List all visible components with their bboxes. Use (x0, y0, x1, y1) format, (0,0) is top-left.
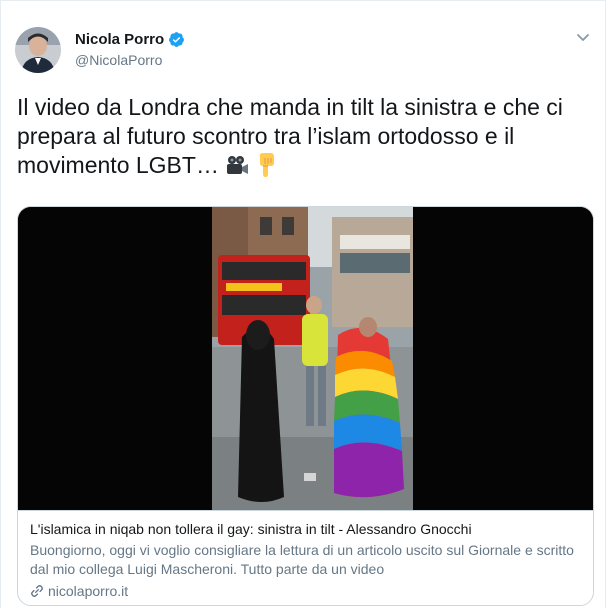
author-handle[interactable]: @NicolaPorro (75, 52, 185, 68)
card-domain-row[interactable]: nicolaporro.it (30, 583, 581, 599)
card-domain[interactable]: nicolaporro.it (48, 583, 128, 599)
author-name-row: Nicola Porro (75, 31, 185, 48)
chevron-down-icon[interactable] (575, 29, 591, 45)
card-description: Buongiorno, oggi vi voglio consigliare l… (30, 542, 574, 577)
link-card[interactable]: L'islamica in niqab non tollera il gay: … (17, 206, 594, 606)
verified-badge-icon (169, 32, 185, 47)
link-icon (31, 585, 43, 597)
pointing-down-icon (256, 153, 276, 184)
tweet-text: Il video da Londra che manda in tilt la … (17, 94, 563, 178)
tweet-text-block: Il video da Londra che manda in tilt la … (17, 93, 592, 184)
author-name[interactable]: Nicola Porro (75, 31, 164, 48)
tweet-container[interactable]: Nicola Porro @NicolaPorro Il video da Lo… (0, 0, 606, 608)
card-info[interactable]: L'islamica in niqab non tollera il gay: … (18, 510, 593, 605)
card-title[interactable]: L'islamica in niqab non tollera il gay: … (30, 521, 581, 537)
video-frame (212, 207, 413, 510)
author-avatar[interactable] (15, 27, 61, 73)
author-block: Nicola Porro @NicolaPorro (75, 31, 185, 68)
video-thumbnail[interactable] (18, 207, 593, 510)
movie-camera-icon (225, 155, 249, 184)
